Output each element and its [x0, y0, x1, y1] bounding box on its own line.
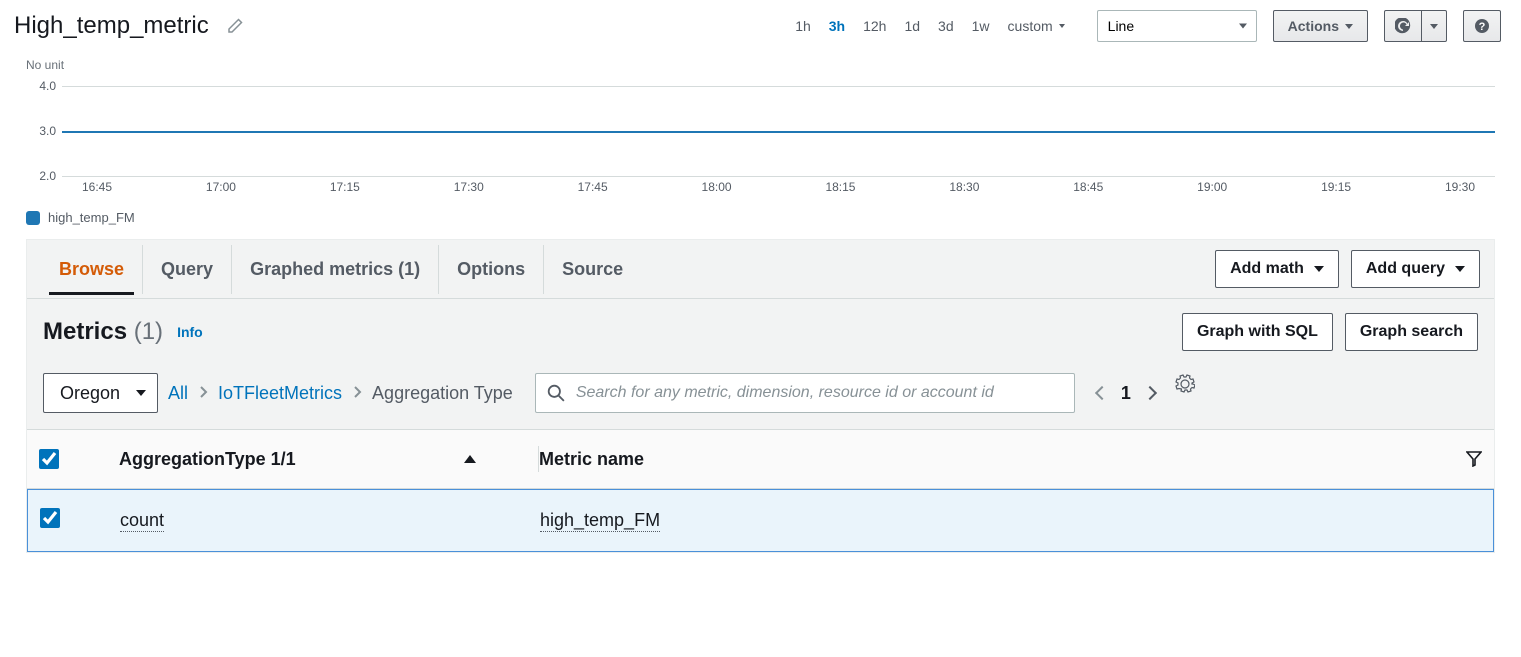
chevron-right-icon — [352, 385, 362, 402]
chart-type-select[interactable]: Line — [1097, 10, 1257, 42]
y-tick: 2.0 — [26, 169, 56, 183]
tab-source[interactable]: Source — [544, 245, 641, 294]
x-tick: 18:15 — [825, 180, 855, 194]
breadcrumb-namespace[interactable]: IoTFleetMetrics — [218, 383, 342, 404]
y-tick: 4.0 — [26, 79, 56, 93]
actions-label: Actions — [1288, 18, 1339, 34]
search-input[interactable] — [535, 373, 1075, 413]
row-metric-name-value: high_temp_FM — [540, 510, 660, 532]
metrics-heading: Metrics (1) — [43, 318, 163, 346]
x-tick: 17:00 — [206, 180, 236, 194]
caret-down-icon — [1345, 24, 1353, 29]
region-select[interactable]: Oregon — [43, 373, 158, 413]
x-tick: 18:45 — [1073, 180, 1103, 194]
caret-down-icon — [1314, 266, 1324, 272]
y-axis-unit-label: No unit — [26, 58, 1495, 72]
settings-icon[interactable] — [1175, 374, 1195, 394]
time-custom-label: custom — [1008, 18, 1053, 34]
legend-color-swatch — [26, 211, 40, 225]
x-tick: 19:15 — [1321, 180, 1351, 194]
x-tick: 18:00 — [702, 180, 732, 194]
table-row[interactable]: count high_temp_FM — [27, 489, 1494, 552]
time-custom[interactable]: custom — [1002, 14, 1071, 38]
x-tick: 18:30 — [949, 180, 979, 194]
graph-with-sql-button[interactable]: Graph with SQL — [1182, 313, 1333, 351]
breadcrumb-dimension: Aggregation Type — [372, 383, 513, 404]
metrics-table: AggregationType 1/1 Metric name count hi… — [27, 429, 1494, 552]
x-axis: 16:45 17:00 17:15 17:30 17:45 18:00 18:1… — [62, 180, 1495, 194]
column-aggtype[interactable]: AggregationType 1/1 — [119, 446, 539, 472]
pager-next-button[interactable] — [1143, 386, 1157, 400]
metric-chart: 4.0 3.0 2.0 16:45 17:00 17:15 17:30 17:4… — [26, 76, 1495, 206]
add-query-button[interactable]: Add query — [1351, 250, 1480, 288]
time-3d[interactable]: 3d — [932, 14, 960, 38]
gridline — [62, 86, 1495, 87]
time-12h[interactable]: 12h — [857, 14, 892, 38]
column-metric-name[interactable]: Metric name — [539, 449, 1432, 470]
edit-icon[interactable] — [227, 18, 243, 34]
gridline — [62, 176, 1495, 177]
metrics-title-text: Metrics — [43, 318, 127, 345]
select-all-checkbox[interactable] — [39, 449, 59, 469]
tab-query[interactable]: Query — [143, 245, 232, 294]
help-icon: ? — [1474, 18, 1490, 34]
svg-text:?: ? — [1479, 21, 1486, 33]
caret-down-icon — [1059, 24, 1065, 28]
column-metric-label: Metric name — [539, 449, 644, 470]
x-tick: 19:30 — [1445, 180, 1475, 194]
x-tick: 17:30 — [454, 180, 484, 194]
sort-asc-icon — [464, 455, 476, 463]
time-1d[interactable]: 1d — [898, 14, 926, 38]
time-1h[interactable]: 1h — [789, 14, 817, 38]
page-title: High_temp_metric — [14, 12, 209, 40]
time-range-selector: 1h 3h 12h 1d 3d 1w custom — [789, 14, 1070, 38]
breadcrumb-all[interactable]: All — [168, 383, 188, 404]
add-math-label: Add math — [1230, 260, 1304, 278]
add-math-button[interactable]: Add math — [1215, 250, 1339, 288]
caret-down-icon — [1430, 24, 1438, 29]
refresh-icon — [1395, 18, 1411, 34]
column-aggtype-label: AggregationType 1/1 — [119, 449, 296, 470]
pager-page-number: 1 — [1121, 383, 1131, 404]
refresh-button[interactable] — [1384, 10, 1422, 42]
time-1w[interactable]: 1w — [966, 14, 996, 38]
row-checkbox[interactable] — [40, 508, 60, 528]
x-tick: 17:15 — [330, 180, 360, 194]
info-link[interactable]: Info — [177, 324, 203, 340]
time-3h[interactable]: 3h — [823, 14, 851, 38]
tab-graphed-metrics[interactable]: Graphed metrics (1) — [232, 245, 439, 294]
chevron-right-icon — [198, 385, 208, 402]
x-tick: 16:45 — [82, 180, 112, 194]
tab-options[interactable]: Options — [439, 245, 544, 294]
row-aggtype-value: count — [120, 510, 164, 532]
add-query-label: Add query — [1366, 260, 1445, 278]
search-icon — [547, 384, 565, 402]
x-tick: 17:45 — [578, 180, 608, 194]
metrics-count: (1) — [134, 318, 163, 345]
actions-button[interactable]: Actions — [1273, 10, 1368, 42]
tab-browse[interactable]: Browse — [41, 245, 143, 294]
caret-down-icon — [1455, 266, 1465, 272]
pager-prev-button[interactable] — [1095, 386, 1109, 400]
graph-search-button[interactable]: Graph search — [1345, 313, 1478, 351]
refresh-options-button[interactable] — [1422, 10, 1447, 42]
chart-legend: high_temp_FM — [26, 210, 1495, 225]
x-tick: 19:00 — [1197, 180, 1227, 194]
chart-data-line — [62, 131, 1495, 133]
legend-series-name: high_temp_FM — [48, 210, 135, 225]
filter-icon[interactable] — [1466, 451, 1482, 467]
help-button[interactable]: ? — [1463, 10, 1501, 42]
y-tick: 3.0 — [26, 124, 56, 138]
